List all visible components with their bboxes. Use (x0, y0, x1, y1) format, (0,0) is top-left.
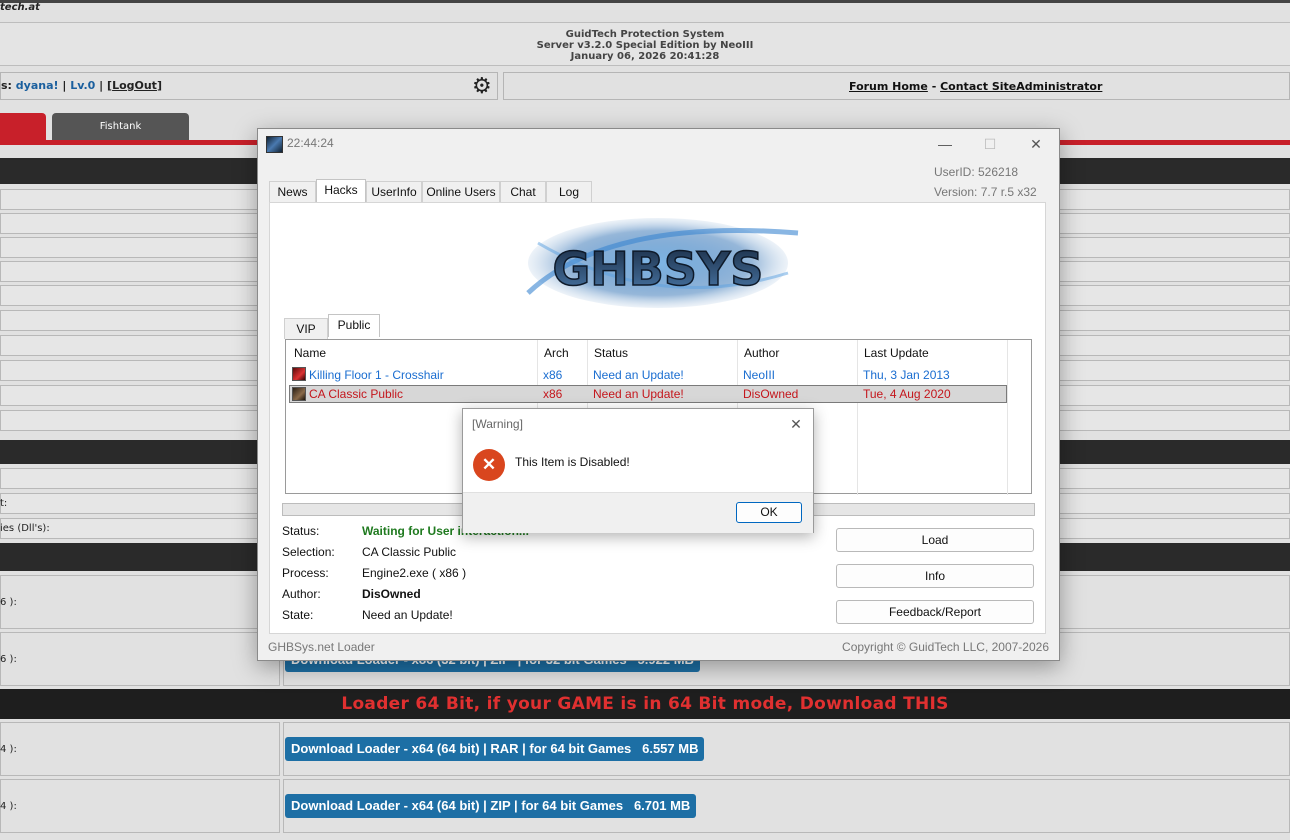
tab-news[interactable]: News (269, 181, 316, 202)
row-author: DisOwned (743, 387, 799, 401)
column-header-name[interactable]: Name (294, 346, 326, 360)
status-label: Status: (282, 524, 320, 538)
row-status: Need an Update! (593, 387, 684, 401)
error-icon: ✕ (473, 449, 505, 481)
state-label: State: (282, 608, 314, 622)
ok-button[interactable]: OK (736, 502, 802, 523)
loader-window: 22:44:24 — ☐ ✕ UserID: 526218 Version: 7… (257, 128, 1060, 661)
app-icon (266, 136, 283, 153)
tab-log[interactable]: Log (546, 181, 592, 202)
row-label: 6 ): (0, 597, 17, 608)
footer-app-name: GHBSys.net Loader (268, 640, 375, 654)
process-label: Process: (282, 566, 329, 580)
user-prefix: s: (1, 79, 16, 92)
header-date: January 06, 2026 20:41:28 (570, 51, 720, 62)
process-value: Engine2.exe ( x86 ) (362, 566, 467, 580)
table-cell (0, 575, 280, 629)
top-border (0, 0, 1290, 3)
column-header-author[interactable]: Author (744, 346, 779, 360)
nav-bar: Forum Home - Contact SiteAdministrator (503, 72, 1290, 100)
row-name: CA Classic Public (309, 387, 404, 401)
version: Version: 7.7 r.5 x32 (934, 185, 1037, 199)
dialog-message: This Item is Disabled! (515, 455, 630, 469)
dialog-title: [Warning] (472, 417, 523, 431)
row-label: ies (Dll's): (0, 523, 50, 534)
table-cell (0, 722, 280, 776)
row-last-update: Thu, 3 Jan 2013 (863, 368, 950, 382)
banner-64bit: Loader 64 Bit, if your GAME is in 64 Bit… (0, 689, 1290, 719)
ghbsys-logo: GHBSYS (458, 213, 857, 310)
site-header: GuidTech Protection System Server v3.2.0… (0, 22, 1290, 66)
window-title: 22:44:24 (287, 136, 334, 150)
info-button[interactable]: Info (836, 564, 1034, 588)
tab-chat[interactable]: Chat (500, 181, 546, 202)
row-status: Need an Update! (593, 368, 684, 382)
state-value: Need an Update! (362, 608, 453, 622)
feedback-report-button[interactable]: Feedback/Report (836, 600, 1034, 624)
column-divider (1007, 340, 1008, 495)
user-sep: | [ (95, 79, 113, 92)
column-header-last-update[interactable]: Last Update (864, 346, 929, 360)
table-cell (0, 632, 280, 686)
logout-link[interactable]: LogOut (112, 79, 157, 92)
user-sep: | (58, 79, 71, 92)
tab-fishtank[interactable]: Fishtank (52, 113, 189, 140)
tab-vip[interactable]: VIP (284, 318, 328, 339)
logo-text: GHBSYS (553, 242, 764, 296)
list-row-selected[interactable]: CA Classic Public x86 Need an Update! Di… (289, 385, 1007, 403)
user-level: Lv.0 (70, 79, 96, 92)
close-button[interactable]: ✕ (1014, 131, 1058, 157)
load-button[interactable]: Load (836, 528, 1034, 552)
column-header-status[interactable]: Status (594, 346, 628, 360)
game-icon (292, 367, 306, 381)
column-header-arch[interactable]: Arch (544, 346, 569, 360)
user-id: UserID: 526218 (934, 165, 1019, 179)
user-bracket: ] (156, 79, 162, 92)
dialog-footer: OK (463, 492, 813, 533)
contact-admin-link[interactable]: Contact SiteAdministrator (940, 80, 1102, 93)
row-arch: x86 (543, 387, 563, 401)
list-row[interactable]: Killing Floor 1 - Crosshair x86 Need an … (289, 366, 1007, 384)
row-label: t: (0, 498, 8, 509)
user-bar: s: dyana! | Lv.0 | [LogOut] (0, 72, 498, 100)
download-x64-zip-button[interactable]: Download Loader - x64 (64 bit) | ZIP | f… (285, 794, 697, 818)
row-author: NeoIII (743, 368, 776, 382)
author-value: DisOwned (362, 587, 421, 601)
tab-public[interactable]: Public (328, 314, 380, 337)
row-last-update: Tue, 4 Aug 2020 (863, 387, 951, 401)
row-label: 6 ): (0, 654, 17, 665)
selection-value: CA Classic Public (362, 545, 457, 559)
selection-label: Selection: (282, 545, 335, 559)
tab-online-users[interactable]: Online Users (422, 181, 500, 202)
active-site-tab[interactable] (0, 113, 46, 140)
site-logo: tech.at (0, 2, 40, 13)
author-label: Author: (282, 587, 321, 601)
row-label: 4 ): (0, 744, 17, 755)
header-server: Server v3.2.0 Special Edition by NeoIII (536, 40, 754, 51)
tab-userinfo[interactable]: UserInfo (366, 181, 422, 202)
row-label: 4 ): (0, 801, 17, 812)
minimize-button[interactable]: — (923, 131, 967, 157)
gear-icon[interactable]: ⚙ (472, 76, 492, 98)
row-name: Killing Floor 1 - Crosshair (309, 368, 444, 382)
warning-dialog: [Warning] ✕ ✕ This Item is Disabled! OK (462, 408, 814, 533)
footer-copyright: Copyright © GuidTech LLC, 2007-2026 (842, 640, 1049, 654)
row-arch: x86 (543, 368, 563, 382)
tab-hacks[interactable]: Hacks (316, 179, 366, 202)
download-x64-rar-button[interactable]: Download Loader - x64 (64 bit) | RAR | f… (285, 737, 705, 761)
column-divider (857, 340, 858, 495)
maximize-button[interactable]: ☐ (968, 131, 1012, 157)
forum-home-link[interactable]: Forum Home (849, 80, 928, 93)
nav-sep: - (927, 80, 941, 93)
ghbsys-logo-graphic: GHBSYS (526, 218, 799, 308)
header-title: GuidTech Protection System (565, 29, 725, 40)
table-cell (0, 779, 280, 833)
dialog-close-icon[interactable]: ✕ (785, 413, 807, 435)
username-link[interactable]: dyana! (16, 79, 59, 92)
game-icon (292, 387, 306, 401)
